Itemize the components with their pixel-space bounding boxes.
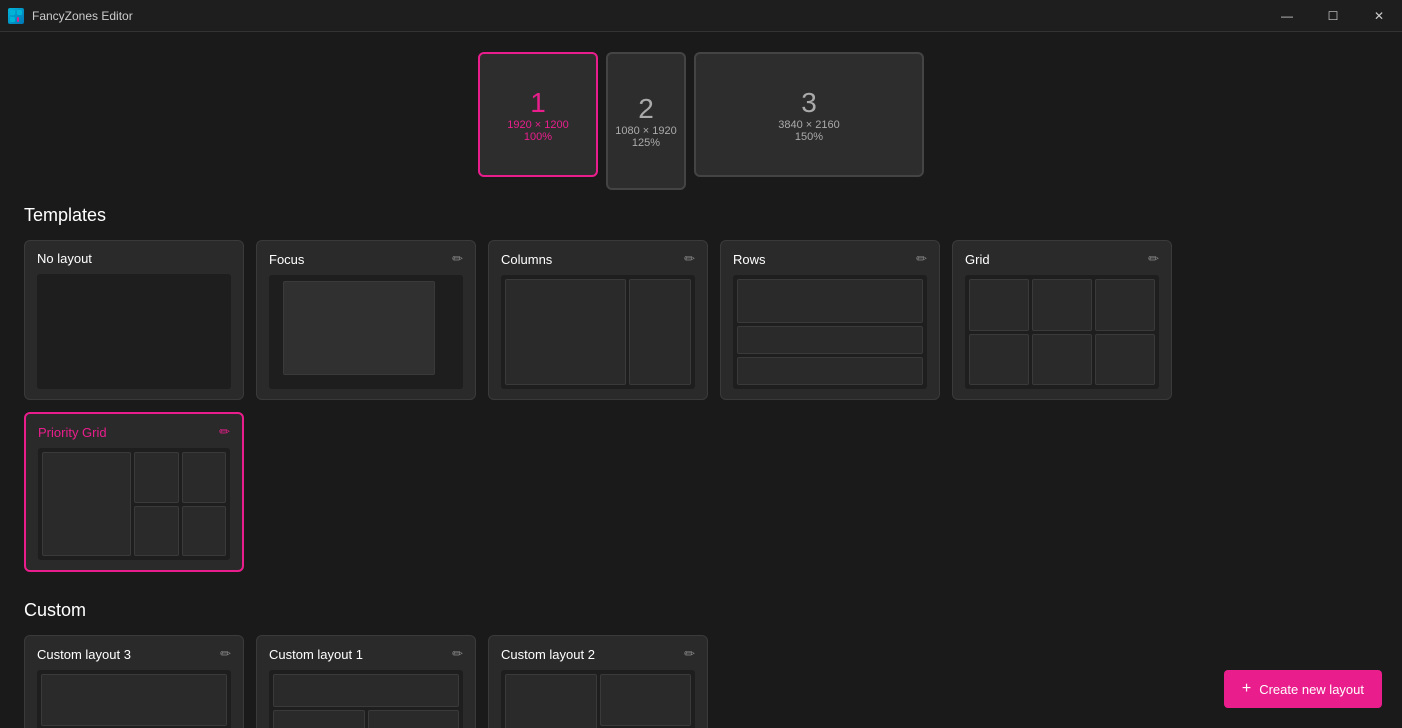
- rows-row-3: [737, 357, 923, 385]
- plus-icon: +: [1242, 680, 1251, 698]
- rows-title: Rows: [733, 252, 766, 267]
- no-layout-title: No layout: [37, 251, 92, 266]
- monitor-card-1[interactable]: 1 1920 × 1200 100%: [478, 52, 598, 177]
- priority-grid-title: Priority Grid: [38, 425, 107, 440]
- monitor-2-res: 1080 × 1920: [615, 125, 676, 137]
- grid-title: Grid: [965, 252, 990, 267]
- titlebar-controls: — ☐ ✕: [1264, 0, 1402, 32]
- grid-cell-6: [1095, 334, 1155, 386]
- focus-card-1: [283, 281, 435, 375]
- app-title: FancyZones Editor: [32, 9, 133, 23]
- grid-cell-4: [969, 334, 1029, 386]
- custom3-title: Custom layout 3: [37, 647, 131, 662]
- monitor-3-scale: 150%: [795, 131, 823, 143]
- monitor-1-scale: 100%: [524, 131, 552, 143]
- priority-side-1: [134, 452, 179, 503]
- custom1-preview: [269, 670, 463, 728]
- columns-preview: [501, 275, 695, 389]
- custom2-title: Custom layout 2: [501, 647, 595, 662]
- template-card-rows[interactable]: Rows ✏: [720, 240, 940, 400]
- no-layout-header: No layout: [37, 251, 231, 266]
- custom-card-2[interactable]: Custom layout 2 ✏: [488, 635, 708, 728]
- minimize-button[interactable]: —: [1264, 0, 1310, 32]
- columns-title: Columns: [501, 252, 552, 267]
- app-icon: [8, 8, 24, 24]
- custom1-title: Custom layout 1: [269, 647, 363, 662]
- custom3-header: Custom layout 3 ✏: [37, 646, 231, 662]
- monitor-3-res: 3840 × 2160: [778, 119, 839, 131]
- monitor-row: 1 1920 × 1200 100% 2 1080 × 1920 125% 3 …: [24, 52, 1378, 177]
- rows-row-1: [737, 279, 923, 323]
- focus-edit-icon[interactable]: ✏: [452, 251, 463, 267]
- template-card-focus[interactable]: Focus ✏: [256, 240, 476, 400]
- monitor-1-res: 1920 × 1200: [507, 119, 568, 131]
- focus-preview: [269, 275, 463, 389]
- columns-col-1: [505, 279, 626, 385]
- no-layout-preview: [37, 274, 231, 389]
- c1-zone1: [273, 674, 459, 707]
- focus-header: Focus ✏: [269, 251, 463, 267]
- grid-header: Grid ✏: [965, 251, 1159, 267]
- columns-edit-icon[interactable]: ✏: [684, 251, 695, 267]
- grid-cell-3: [1095, 279, 1155, 331]
- grid-edit-icon[interactable]: ✏: [1148, 251, 1159, 267]
- create-btn-label: Create new layout: [1259, 682, 1364, 697]
- main-content: 1 1920 × 1200 100% 2 1080 × 1920 125% 3 …: [0, 32, 1402, 728]
- templates-section-title: Templates: [24, 205, 1378, 226]
- custom1-header: Custom layout 1 ✏: [269, 646, 463, 662]
- priority-side-4: [182, 506, 227, 557]
- custom-card-1[interactable]: Custom layout 1 ✏: [256, 635, 476, 728]
- c2-zone1: [505, 674, 597, 728]
- columns-col-2: [629, 279, 691, 385]
- priority-grid-header: Priority Grid ✏: [38, 424, 230, 440]
- templates-grid: No layout Focus ✏ Columns ✏: [24, 240, 1378, 572]
- columns-header: Columns ✏: [501, 251, 695, 267]
- custom2-edit-icon[interactable]: ✏: [684, 646, 695, 662]
- rows-preview: [733, 275, 927, 389]
- custom2-header: Custom layout 2 ✏: [501, 646, 695, 662]
- priority-grid-preview: [38, 448, 230, 560]
- custom3-preview: [37, 670, 231, 728]
- c3-zone1: [41, 674, 227, 726]
- custom-section-title: Custom: [24, 600, 1378, 621]
- grid-cell-1: [969, 279, 1029, 331]
- priority-main: [42, 452, 131, 556]
- c1-zone3: [368, 710, 460, 728]
- rows-edit-icon[interactable]: ✏: [916, 251, 927, 267]
- template-card-grid[interactable]: Grid ✏: [952, 240, 1172, 400]
- monitor-card-3[interactable]: 3 3840 × 2160 150%: [694, 52, 924, 177]
- titlebar: FancyZones Editor — ☐ ✕: [0, 0, 1402, 32]
- close-button[interactable]: ✕: [1356, 0, 1402, 32]
- priority-side-3: [134, 506, 179, 557]
- custom-grid: Custom layout 3 ✏ Custom layout 1 ✏: [24, 635, 1378, 728]
- monitor-1-num: 1: [530, 87, 546, 119]
- template-card-no-layout[interactable]: No layout: [24, 240, 244, 400]
- grid-cell-2: [1032, 279, 1092, 331]
- maximize-button[interactable]: ☐: [1310, 0, 1356, 32]
- custom2-preview: [501, 670, 695, 728]
- create-new-layout-button[interactable]: + Create new layout: [1224, 670, 1382, 708]
- monitor-2-num: 2: [638, 93, 654, 125]
- template-card-priority-grid[interactable]: Priority Grid ✏: [24, 412, 244, 572]
- monitor-card-2[interactable]: 2 1080 × 1920 125%: [606, 52, 686, 190]
- focus-title: Focus: [269, 252, 304, 267]
- custom-card-3[interactable]: Custom layout 3 ✏: [24, 635, 244, 728]
- priority-grid-edit-icon[interactable]: ✏: [219, 424, 230, 440]
- priority-side-2: [182, 452, 227, 503]
- monitor-2-scale: 125%: [632, 137, 660, 149]
- titlebar-left: FancyZones Editor: [8, 8, 133, 24]
- c2-zone2: [600, 674, 692, 726]
- c1-zone2: [273, 710, 365, 728]
- rows-header: Rows ✏: [733, 251, 927, 267]
- monitor-3-num: 3: [801, 87, 817, 119]
- grid-preview: [965, 275, 1159, 389]
- rows-row-2: [737, 326, 923, 354]
- grid-cell-5: [1032, 334, 1092, 386]
- custom1-edit-icon[interactable]: ✏: [452, 646, 463, 662]
- template-card-columns[interactable]: Columns ✏: [488, 240, 708, 400]
- custom3-edit-icon[interactable]: ✏: [220, 646, 231, 662]
